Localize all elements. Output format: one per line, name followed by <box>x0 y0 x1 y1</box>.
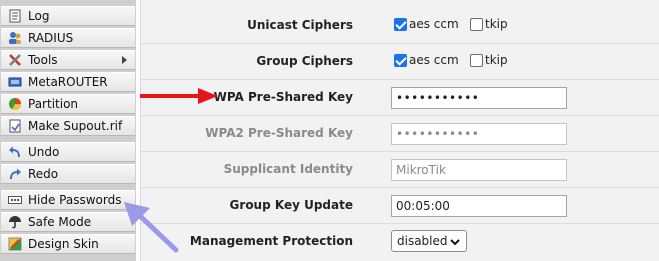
hide-passwords-icon <box>8 193 22 207</box>
sidebar-item-label: Partition <box>28 97 79 111</box>
sidebar-item-label: Safe Mode <box>28 215 92 229</box>
management-protection-row: Management Protection disabled <box>141 224 659 260</box>
group-tkip-label: tkip <box>485 53 508 67</box>
supplicant-identity-row: Supplicant Identity MikroTik <box>141 152 659 188</box>
supplicant-identity-label: Supplicant Identity <box>223 162 353 176</box>
group-key-update-row: Group Key Update 00:05:00 <box>141 188 659 224</box>
sidebar-separator <box>0 137 136 141</box>
unicast-aes-ccm-checkbox[interactable] <box>394 18 407 31</box>
sidebar-item-label: Make Supout.rif <box>28 119 123 133</box>
sidebar-item-undo[interactable]: Undo <box>1 142 135 162</box>
group-aes-ccm-label: aes ccm <box>409 53 459 67</box>
group-ciphers-row: Group Ciphers aes ccm tkip <box>141 44 659 80</box>
red-annotation-arrow-icon <box>140 88 218 104</box>
sidebar-item-label: Hide Passwords <box>28 193 122 207</box>
unicast-tkip-checkbox[interactable] <box>470 18 483 31</box>
wireless-security-form: Unicast Ciphers aes ccm tkip Group Ciphe… <box>140 0 659 261</box>
sidebar-item-design-skin[interactable]: Design Skin <box>1 234 135 254</box>
management-protection-select[interactable]: disabled <box>391 230 467 252</box>
sidebar-item-radius[interactable]: RADIUS <box>1 28 135 48</box>
wpa2-psk-input[interactable]: ••••••••••• <box>391 123 567 145</box>
sidebar-item-tools[interactable]: Tools <box>1 50 135 70</box>
sidebar-item-redo[interactable]: Redo <box>1 164 135 184</box>
unicast-ciphers-label: Unicast Ciphers <box>247 18 353 32</box>
redo-icon <box>8 167 22 181</box>
sidebar-item-label: Design Skin <box>28 237 99 251</box>
sidebar-item-metarouter[interactable]: MetaROUTER <box>1 72 135 92</box>
wpa2-psk-label: WPA2 Pre-Shared Key <box>205 126 353 140</box>
management-protection-label: Management Protection <box>189 234 353 248</box>
sidebar-item-label: Redo <box>28 167 59 181</box>
management-protection-value: disabled <box>397 234 448 248</box>
unicast-ciphers-row: Unicast Ciphers aes ccm tkip <box>141 8 659 44</box>
chevron-down-icon <box>450 236 460 250</box>
sidebar-item-label: Tools <box>28 53 58 67</box>
sidebar-item-hide-passwords[interactable]: Hide Passwords <box>1 190 135 210</box>
wpa-psk-input[interactable]: ••••••••••• <box>391 87 567 109</box>
unicast-aes-ccm-label: aes ccm <box>409 17 459 31</box>
wpa-psk-label: WPA Pre-Shared Key <box>213 90 353 104</box>
tools-icon <box>8 53 22 67</box>
safe-mode-icon <box>8 215 22 229</box>
submenu-arrow-icon <box>122 56 127 64</box>
purple-annotation-arrow-icon <box>124 202 179 253</box>
log-icon <box>8 9 22 23</box>
sidebar-menu: Log RADIUS Tools MetaROUTER Partition Ma… <box>0 0 136 261</box>
metarouter-icon <box>8 75 22 89</box>
sidebar-item-label: MetaROUTER <box>28 75 108 89</box>
group-ciphers-label: Group Ciphers <box>256 54 353 68</box>
group-aes-ccm-checkbox[interactable] <box>394 54 407 67</box>
sidebar-item-partition[interactable]: Partition <box>1 94 135 114</box>
sidebar-item-label: RADIUS <box>28 31 74 45</box>
group-tkip-checkbox[interactable] <box>470 54 483 67</box>
unicast-tkip-label: tkip <box>485 17 508 31</box>
sidebar-separator <box>0 255 136 259</box>
group-key-update-label: Group Key Update <box>229 198 353 212</box>
wpa2-psk-row: WPA2 Pre-Shared Key ••••••••••• <box>141 116 659 152</box>
sidebar-separator <box>0 185 136 189</box>
partition-icon <box>8 97 22 111</box>
sidebar-item-safe-mode[interactable]: Safe Mode <box>1 212 135 232</box>
sidebar-item-label: Undo <box>28 145 60 159</box>
sidebar-item-label: Log <box>28 9 50 23</box>
group-key-update-input[interactable]: 00:05:00 <box>391 195 567 217</box>
undo-icon <box>8 145 22 159</box>
sidebar-item-log[interactable]: Log <box>1 6 135 26</box>
sidebar-item-make-supout[interactable]: Make Supout.rif <box>1 116 135 136</box>
radius-icon <box>8 31 22 45</box>
supplicant-identity-input[interactable]: MikroTik <box>391 159 567 181</box>
design-skin-icon <box>8 237 22 251</box>
supout-icon <box>8 119 22 133</box>
